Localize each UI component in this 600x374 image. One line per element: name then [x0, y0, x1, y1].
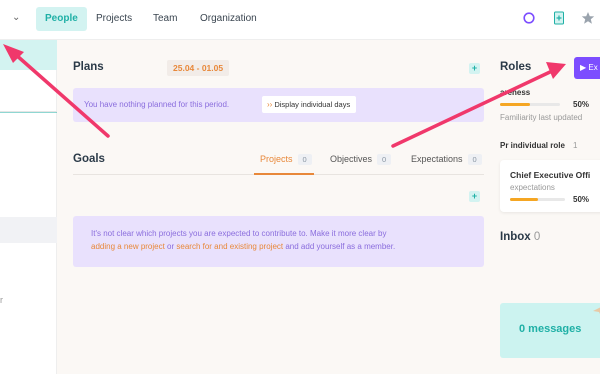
inbox-count: 0 — [533, 231, 541, 243]
awareness-progress-bar — [500, 103, 560, 106]
role-card-progress-bar — [510, 198, 565, 201]
tab-count-badge: 0 — [467, 154, 482, 165]
tab-goals-expectations[interactable]: Expectations 0 — [411, 154, 482, 165]
plans-empty-text: You have nothing planned for this period… — [84, 100, 230, 109]
tab-count-badge: 0 — [297, 154, 312, 165]
plans-empty-message: You have nothing planned for this period… — [73, 88, 484, 122]
goals-empty-message: It's not clear which projects you are ex… — [73, 216, 484, 267]
tab-count-badge: 0 — [377, 154, 392, 165]
tab-label: Projects — [260, 154, 293, 164]
inbox-title-label: Inbox — [500, 231, 531, 243]
role-card-percent: 50% — [573, 195, 590, 204]
plans-title: Plans — [73, 61, 104, 73]
play-icon: ▶ — [580, 63, 587, 72]
role-card-progress-fill — [510, 198, 538, 201]
search-existing-project-link[interactable]: search for and existing project — [176, 242, 283, 251]
main-content: Plans 25.04 - 01.05 + You have nothing p… — [57, 40, 492, 374]
paper-plane-icon — [593, 307, 600, 314]
roles-action-button[interactable]: ▶ Ex — [574, 57, 600, 79]
goals-title: Goals — [73, 153, 105, 165]
display-button-label: Display individual days — [274, 100, 351, 109]
goals-message-conj: or — [164, 242, 177, 251]
sidebar-active-item[interactable] — [0, 40, 57, 70]
tab-goals-projects[interactable]: Projects 0 — [260, 154, 312, 165]
display-individual-days-button[interactable]: ›› Display individual days — [262, 96, 357, 113]
individual-role-label: Pr individual role — [500, 141, 565, 150]
chevron-down-icon[interactable]: ⌄ — [12, 12, 20, 23]
goals-message-line: It's not clear which projects you are ex… — [91, 229, 387, 238]
tab-organization[interactable]: Organization — [191, 7, 266, 31]
add-goal-button[interactable]: + — [469, 191, 480, 202]
right-column: Roles ▶ Ex areness 50% Familiarity last … — [492, 40, 600, 374]
tab-team[interactable]: Team — [144, 7, 186, 31]
roles-action-label: Ex — [588, 63, 598, 72]
search-icon[interactable] — [522, 11, 536, 25]
inbox-title: Inbox 0 — [500, 231, 540, 243]
sidebar-item-label: r — [0, 295, 3, 305]
awareness-progress-fill — [500, 103, 530, 106]
left-sidebar: r — [0, 40, 57, 374]
tab-people[interactable]: People — [36, 7, 87, 31]
sidebar-divider-accent — [0, 112, 57, 113]
double-chevron-right-icon: ›› — [267, 100, 273, 109]
goals-message-end: and add yourself as a member. — [283, 242, 396, 251]
goals-active-tab-indicator — [254, 173, 314, 175]
top-navigation: ⌄ People Projects Team Organization — [0, 0, 600, 40]
awareness-percent: 50% — [573, 100, 590, 109]
tab-goals-objectives[interactable]: Objectives 0 — [330, 154, 392, 165]
star-icon[interactable] — [581, 11, 595, 25]
tab-label: Expectations — [411, 154, 463, 164]
inbox-messages-label: 0 messages — [519, 323, 582, 335]
sidebar-item-selected[interactable] — [0, 217, 57, 243]
goals-message-text: It's not clear which projects you are ex… — [91, 227, 471, 253]
individual-role-count: 1 — [573, 141, 578, 150]
add-new-project-link[interactable]: adding a new project — [91, 242, 165, 251]
add-plan-button[interactable]: + — [469, 63, 480, 74]
tab-label: Objectives — [330, 154, 373, 164]
awareness-label: areness — [500, 88, 531, 97]
inbox-messages-panel[interactable]: 0 messages — [500, 303, 600, 358]
document-plus-icon[interactable] — [552, 11, 566, 25]
role-card-title: Chief Executive Offi — [510, 170, 591, 180]
plans-date-range[interactable]: 25.04 - 01.05 — [167, 60, 230, 76]
role-card[interactable]: Chief Executive Offi expectations 50% — [500, 160, 600, 212]
tab-projects[interactable]: Projects — [87, 7, 141, 31]
role-card-subtitle: expectations — [510, 183, 555, 192]
familiarity-updated-text: Familiarity last updated — [500, 113, 583, 122]
roles-title: Roles — [500, 61, 532, 73]
